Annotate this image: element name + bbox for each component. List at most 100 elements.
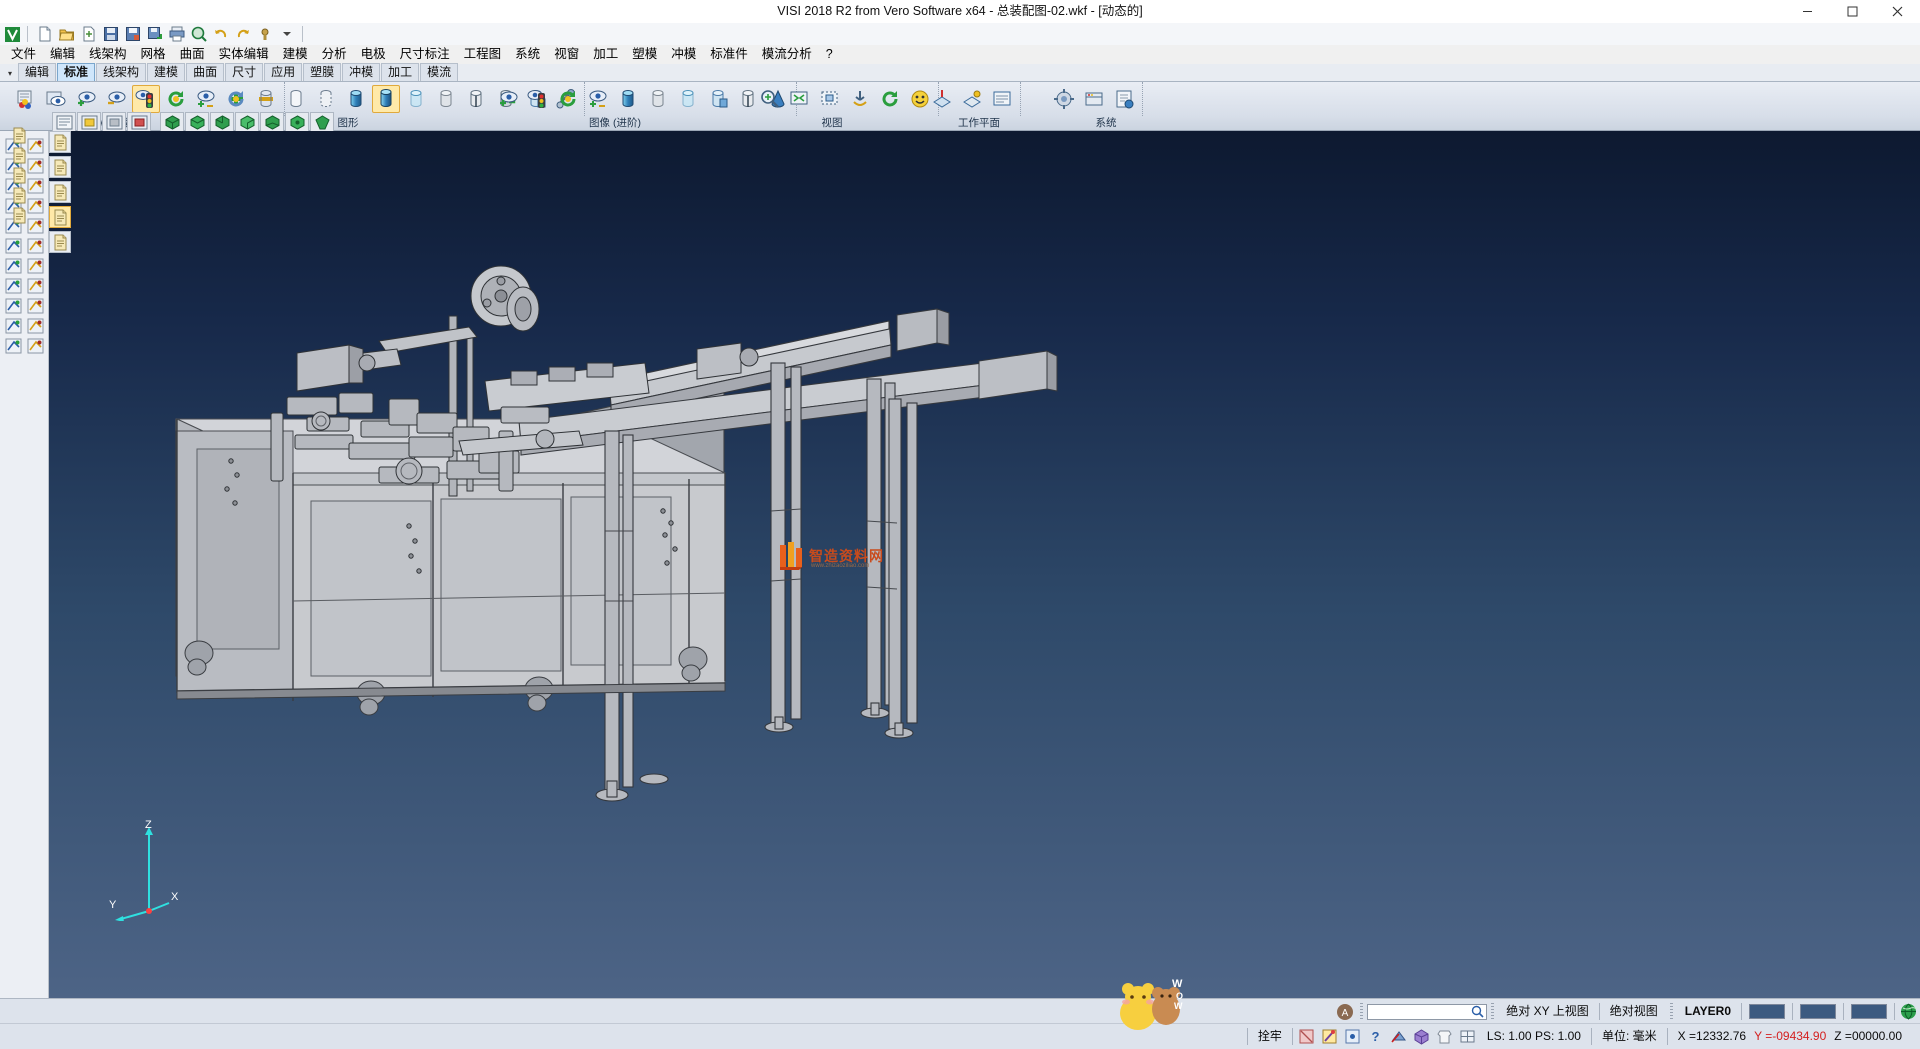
snap-entity-icon[interactable] [1388, 1027, 1409, 1047]
tool-offset-icon[interactable] [2, 295, 24, 316]
app-logo-icon[interactable] [2, 24, 22, 44]
zoom-all-icon[interactable] [786, 85, 814, 113]
doc-page-1-icon[interactable] [8, 125, 30, 145]
customize-icon[interactable] [255, 24, 275, 44]
maximize-button[interactable] [1830, 0, 1875, 23]
menu-wireframe[interactable]: 线架构 [82, 45, 134, 64]
properties-icon[interactable] [12, 85, 40, 113]
menu-window[interactable]: 视窗 [547, 45, 586, 64]
view-iso-2-icon[interactable] [185, 112, 209, 133]
pan-icon[interactable] [846, 85, 874, 113]
snap-wand-icon[interactable] [1319, 1027, 1340, 1047]
menu-flow-analysis[interactable]: 模流分析 [755, 45, 819, 64]
doc-page-3-icon-strip[interactable] [49, 181, 71, 203]
hidden-dashed-icon[interactable] [312, 85, 340, 113]
zoom-window-icon[interactable] [756, 85, 784, 113]
shade-refresh-icon[interactable] [222, 85, 250, 113]
adv-toggle-icon[interactable] [584, 85, 612, 113]
tool-delete-icon[interactable] [24, 255, 46, 276]
adv-shade3-icon[interactable] [674, 85, 702, 113]
menu-standard-parts[interactable]: 标准件 [703, 45, 755, 64]
units-label[interactable]: 单位: 毫米 [1594, 1025, 1665, 1048]
tab-moldflow[interactable]: 模流 [420, 63, 458, 81]
view-iso-1-icon[interactable] [160, 112, 184, 133]
system-settings-icon[interactable] [1050, 85, 1078, 113]
doc-page-4-icon[interactable] [8, 185, 30, 205]
quick-shade-icon[interactable] [432, 85, 460, 113]
import-file-icon[interactable] [79, 24, 99, 44]
menu-drawing[interactable]: 工程图 [457, 45, 509, 64]
tool-measure-icon[interactable] [2, 335, 24, 356]
tab-machining[interactable]: 加工 [381, 63, 419, 81]
view-iso-4-icon[interactable] [235, 112, 259, 133]
export-icon[interactable] [145, 24, 165, 44]
tool-project-icon[interactable] [2, 315, 24, 336]
tool-trim-icon[interactable] [2, 255, 24, 276]
tool-attributes-icon[interactable] [24, 335, 46, 356]
menu-analysis[interactable]: 分析 [315, 45, 354, 64]
adv-refresh-icon[interactable] [554, 85, 582, 113]
undo-icon[interactable] [211, 24, 231, 44]
system-config-icon[interactable] [1080, 85, 1108, 113]
menu-surface[interactable]: 曲面 [173, 45, 212, 64]
ribbon-collapse-icon[interactable]: ▾ [2, 65, 18, 81]
adv-shade4-icon[interactable] [704, 85, 732, 113]
view-wire-icon[interactable] [102, 112, 126, 133]
doc-page-1-icon-strip[interactable] [49, 131, 71, 153]
fit-icon[interactable] [816, 85, 844, 113]
wireframe-icon[interactable] [252, 85, 280, 113]
traffic-light-icon[interactable] [132, 85, 160, 113]
adv-shade2-icon[interactable] [644, 85, 672, 113]
doc-page-5-icon-strip[interactable] [49, 231, 71, 253]
globe-icon[interactable] [1898, 1002, 1919, 1022]
view-shaded-icon[interactable] [77, 112, 101, 133]
snap-disabled-icon[interactable] [1296, 1027, 1317, 1047]
menu-system[interactable]: 系统 [508, 45, 547, 64]
filter-icon[interactable] [42, 85, 70, 113]
menu-progress-die[interactable]: 冲模 [664, 45, 703, 64]
lock-label[interactable]: 拴牢 [1250, 1025, 1290, 1048]
menu-solid-edit[interactable]: 实体编辑 [212, 45, 276, 64]
search-input[interactable] [1367, 1004, 1487, 1020]
help-query-icon[interactable]: ? [1365, 1027, 1386, 1047]
snap-point-icon[interactable] [1342, 1027, 1363, 1047]
add-entity-icon[interactable] [72, 85, 100, 113]
menu-modeling[interactable]: 建模 [276, 45, 315, 64]
menu-file[interactable]: 文件 [4, 45, 43, 64]
shaded-edges-icon[interactable] [372, 85, 400, 113]
cad-viewport[interactable]: 智造资料网 www.zhizaoziliao.com Z Y X [49, 131, 1920, 998]
tool-group-icon[interactable] [24, 275, 46, 296]
doc-page-3-icon[interactable] [8, 165, 30, 185]
menu-electrode[interactable]: 电极 [354, 45, 393, 64]
menu-edit[interactable]: 编辑 [43, 45, 82, 64]
view-iso-7-icon[interactable] [310, 112, 334, 133]
adv-traffic-icon[interactable] [524, 85, 552, 113]
save-as-icon[interactable] [123, 24, 143, 44]
tab-die[interactable]: 冲模 [342, 63, 380, 81]
toggle-visibility-icon[interactable] [192, 85, 220, 113]
shaded-icon[interactable] [342, 85, 370, 113]
menu-mesh[interactable]: 网格 [134, 45, 173, 64]
snap-shirt-icon[interactable] [1434, 1027, 1455, 1047]
open-file-icon[interactable] [57, 24, 77, 44]
qat-dropdown-icon[interactable] [277, 24, 297, 44]
view-iso-3-icon[interactable] [210, 112, 234, 133]
adv-shade1-icon[interactable] [614, 85, 642, 113]
view-iso-5-icon[interactable] [260, 112, 284, 133]
workplane-new-icon[interactable] [928, 85, 956, 113]
close-button[interactable] [1875, 0, 1920, 23]
view-list-icon[interactable] [52, 112, 76, 133]
view-render-icon[interactable] [127, 112, 151, 133]
redo-icon[interactable] [233, 24, 253, 44]
view-iso-6-icon[interactable] [285, 112, 309, 133]
doc-page-2-icon[interactable] [8, 145, 30, 165]
tab-standard[interactable]: 标准 [57, 63, 95, 81]
menu-dimension[interactable]: 尺寸标注 [393, 45, 457, 64]
tab-modeling[interactable]: 建模 [147, 63, 185, 81]
tool-extend-icon[interactable] [2, 275, 24, 296]
view-mode-label[interactable]: 绝对视图 [1602, 1000, 1666, 1023]
transparent-icon[interactable] [402, 85, 430, 113]
tab-mould[interactable]: 塑膜 [303, 63, 341, 81]
color-chip-3[interactable] [1851, 1004, 1887, 1019]
active-layer-label[interactable]: LAYER0 [1677, 1000, 1739, 1023]
